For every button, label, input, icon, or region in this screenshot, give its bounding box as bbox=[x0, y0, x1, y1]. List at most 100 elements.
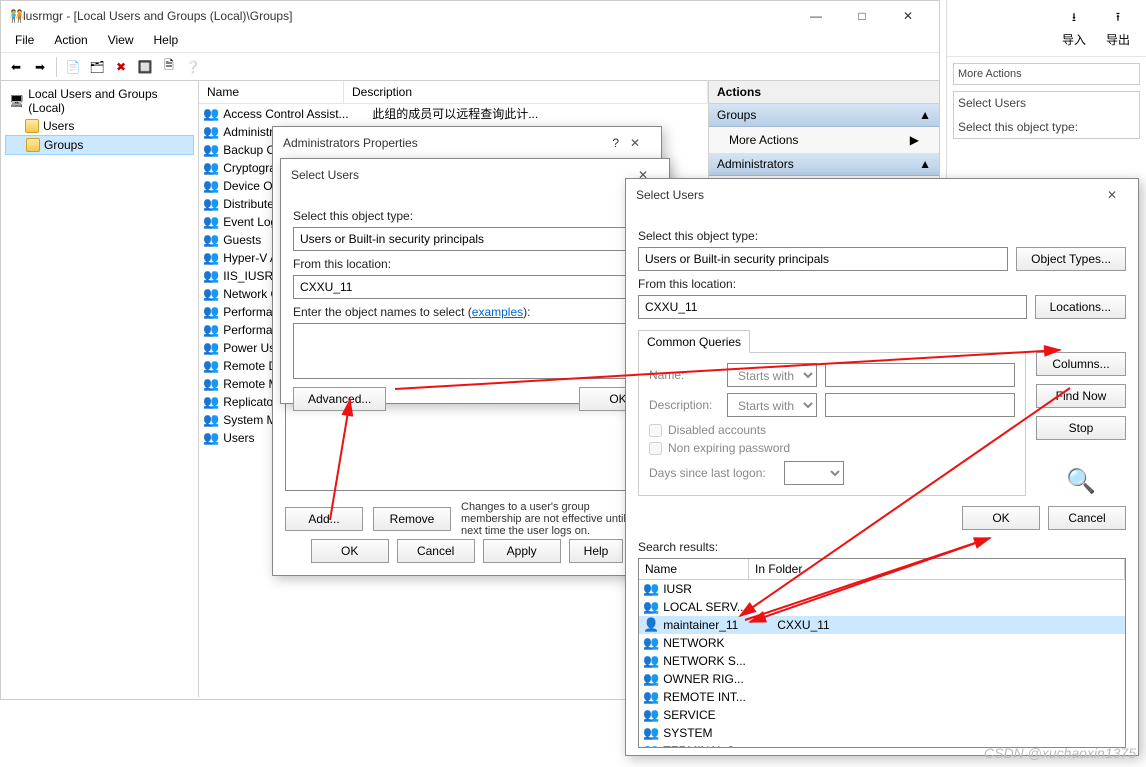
days-since-select[interactable] bbox=[784, 461, 844, 485]
name-label: Name: bbox=[649, 368, 719, 382]
menu-view[interactable]: View bbox=[98, 31, 144, 52]
group-icon: 👥 bbox=[203, 214, 219, 230]
up-button[interactable]: 📄 bbox=[62, 56, 84, 78]
show-button[interactable]: 🗂 bbox=[86, 56, 108, 78]
columns-button[interactable]: Columns... bbox=[1036, 352, 1126, 376]
delete-button[interactable]: ✖ bbox=[110, 56, 132, 78]
add-button[interactable]: Add... bbox=[285, 507, 363, 531]
group-icon: 👥 bbox=[643, 689, 659, 705]
group-icon: 👥 bbox=[203, 304, 219, 320]
help-icon[interactable]: ? bbox=[612, 136, 619, 150]
object-types-button[interactable]: Object Types... bbox=[1016, 247, 1126, 271]
group-icon: 👥 bbox=[643, 725, 659, 741]
result-row[interactable]: 👥 SYSTEM bbox=[639, 724, 1125, 742]
examples-link[interactable]: examples bbox=[472, 305, 523, 319]
name-match-select[interactable]: Starts with bbox=[727, 363, 817, 387]
result-row[interactable]: 👥 SERVICE bbox=[639, 706, 1125, 724]
list-item[interactable]: 👥 Access Control Assist... 此组的成员可以远程查询此计… bbox=[199, 104, 708, 123]
ok-button[interactable]: OK bbox=[311, 539, 389, 563]
menu-action[interactable]: Action bbox=[44, 31, 97, 52]
stop-button[interactable]: Stop bbox=[1036, 416, 1126, 440]
group-icon: 👥 bbox=[203, 376, 219, 392]
non-expiring-checkbox[interactable] bbox=[649, 442, 662, 455]
tree-pane: 🖥 Local Users and Groups (Local) Users G… bbox=[1, 81, 199, 697]
locations-button[interactable]: Locations... bbox=[1035, 295, 1126, 319]
user-icon: 👤 bbox=[643, 617, 659, 633]
group-icon: 👥 bbox=[643, 635, 659, 651]
bg-select-users: Select Users Select this object type: bbox=[953, 91, 1140, 139]
group-icon: 👥 bbox=[203, 160, 219, 176]
cancel-button[interactable]: Cancel bbox=[1048, 506, 1126, 530]
remove-button[interactable]: Remove bbox=[373, 507, 451, 531]
result-row[interactable]: 👥 OWNER RIG... bbox=[639, 670, 1125, 688]
results-column-folder[interactable]: In Folder bbox=[749, 559, 1125, 579]
find-now-button[interactable]: Find Now bbox=[1036, 384, 1126, 408]
result-row[interactable]: 👥 REMOTE INT... bbox=[639, 688, 1125, 706]
description-label: Description: bbox=[649, 398, 719, 412]
minimize-button[interactable]: — bbox=[793, 1, 839, 31]
advanced-button[interactable]: Advanced... bbox=[293, 387, 386, 411]
back-button[interactable]: ⬅ bbox=[5, 56, 27, 78]
watermark: CSDN @xuchaoxin1375 bbox=[984, 745, 1136, 761]
help-button[interactable]: ❔ bbox=[182, 56, 204, 78]
export-button[interactable]: ⭱ 导出 bbox=[1106, 8, 1130, 48]
column-description[interactable]: Description bbox=[344, 81, 708, 103]
dialog-title: Select Users bbox=[636, 188, 1096, 202]
object-type-label: Select this object type: bbox=[638, 229, 1126, 243]
names-label: Enter the object names to select (exampl… bbox=[293, 305, 657, 319]
actions-admin-section[interactable]: Administrators ▲ bbox=[709, 153, 939, 176]
location-label: From this location: bbox=[293, 257, 657, 271]
more-actions-item[interactable]: More Actions ▶ bbox=[709, 127, 939, 153]
search-icon: 🔍 bbox=[1036, 467, 1126, 496]
ok-button[interactable]: OK bbox=[962, 506, 1040, 530]
folder-icon bbox=[25, 119, 39, 133]
cancel-button[interactable]: Cancel bbox=[397, 539, 475, 563]
close-icon[interactable]: ✕ bbox=[1096, 188, 1128, 202]
actions-groups-section[interactable]: Groups ▲ bbox=[709, 104, 939, 127]
name-filter-input[interactable] bbox=[825, 363, 1015, 387]
results-column-name[interactable]: Name bbox=[639, 559, 749, 579]
import-button[interactable]: ⭳ 导入 bbox=[1062, 8, 1086, 48]
search-results-list[interactable]: Name In Folder 👥 IUSR 👥 LOCAL SERV... 👤 … bbox=[638, 558, 1126, 748]
group-icon: 👥 bbox=[203, 340, 219, 356]
group-icon: 👥 bbox=[643, 653, 659, 669]
tree-users[interactable]: Users bbox=[5, 117, 194, 135]
export-button[interactable]: 🗎 bbox=[158, 56, 180, 78]
forward-button[interactable]: ➡ bbox=[29, 56, 51, 78]
menu-file[interactable]: File bbox=[5, 31, 44, 52]
group-icon: 👥 bbox=[643, 671, 659, 687]
apply-button[interactable]: Apply bbox=[483, 539, 561, 563]
toolbar: ⬅ ➡ 📄 🗂 ✖ 🔲 🗎 ❔ bbox=[1, 53, 939, 81]
help-button[interactable]: Help bbox=[569, 539, 624, 563]
result-row[interactable]: 👤 maintainer_11 CXXU_11 bbox=[639, 616, 1125, 634]
object-names-input[interactable] bbox=[293, 323, 657, 379]
collapse-icon: ▲ bbox=[919, 108, 931, 122]
close-icon[interactable]: ✕ bbox=[619, 136, 651, 150]
menu-help[interactable]: Help bbox=[144, 31, 189, 52]
result-row[interactable]: 👥 NETWORK bbox=[639, 634, 1125, 652]
membership-note: Changes to a user's group membership are… bbox=[461, 501, 649, 537]
result-row[interactable]: 👥 IUSR bbox=[639, 580, 1125, 598]
refresh-button[interactable]: 🔲 bbox=[134, 56, 156, 78]
maximize-button[interactable]: □ bbox=[839, 1, 885, 31]
group-icon: 👥 bbox=[203, 430, 219, 446]
result-row[interactable]: 👥 LOCAL SERV... bbox=[639, 598, 1125, 616]
tree-groups[interactable]: Groups bbox=[5, 135, 194, 155]
result-row[interactable]: 👥 NETWORK S... bbox=[639, 652, 1125, 670]
tree-root[interactable]: 🖥 Local Users and Groups (Local) bbox=[5, 85, 194, 117]
column-name[interactable]: Name bbox=[199, 81, 344, 103]
object-type-label: Select this object type: bbox=[293, 209, 657, 223]
group-icon: 👥 bbox=[203, 268, 219, 284]
group-icon: 👥 bbox=[203, 358, 219, 374]
object-type-field bbox=[293, 227, 657, 251]
dialog-title: Administrators Properties bbox=[283, 136, 612, 150]
description-filter-input[interactable] bbox=[825, 393, 1015, 417]
menubar: File Action View Help bbox=[1, 31, 939, 53]
close-button[interactable]: ✕ bbox=[885, 1, 931, 31]
object-type-field bbox=[638, 247, 1008, 271]
disabled-accounts-checkbox[interactable] bbox=[649, 424, 662, 437]
description-match-select[interactable]: Starts with bbox=[727, 393, 817, 417]
location-field bbox=[293, 275, 657, 299]
group-icon: 👥 bbox=[203, 250, 219, 266]
group-icon: 👥 bbox=[203, 178, 219, 194]
